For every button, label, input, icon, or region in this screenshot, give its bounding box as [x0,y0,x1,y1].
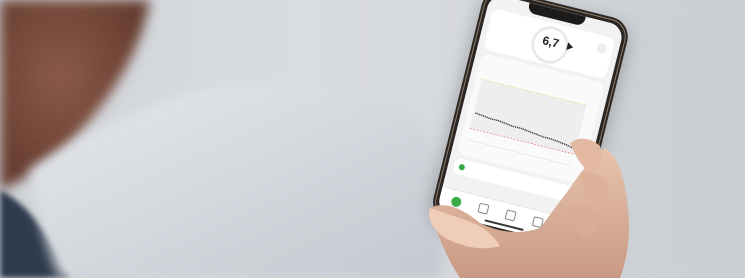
glucose-value: 6,7 [540,33,561,51]
hand-holding-phone [429,138,629,278]
alert-icon[interactable] [595,42,608,55]
finger-shape [570,138,602,173]
arrow-right-icon [566,42,575,52]
palm-shape [430,148,629,278]
glucose-reading-circle: 6,7 [528,23,572,67]
photo-scene: 6,7 [0,0,745,278]
